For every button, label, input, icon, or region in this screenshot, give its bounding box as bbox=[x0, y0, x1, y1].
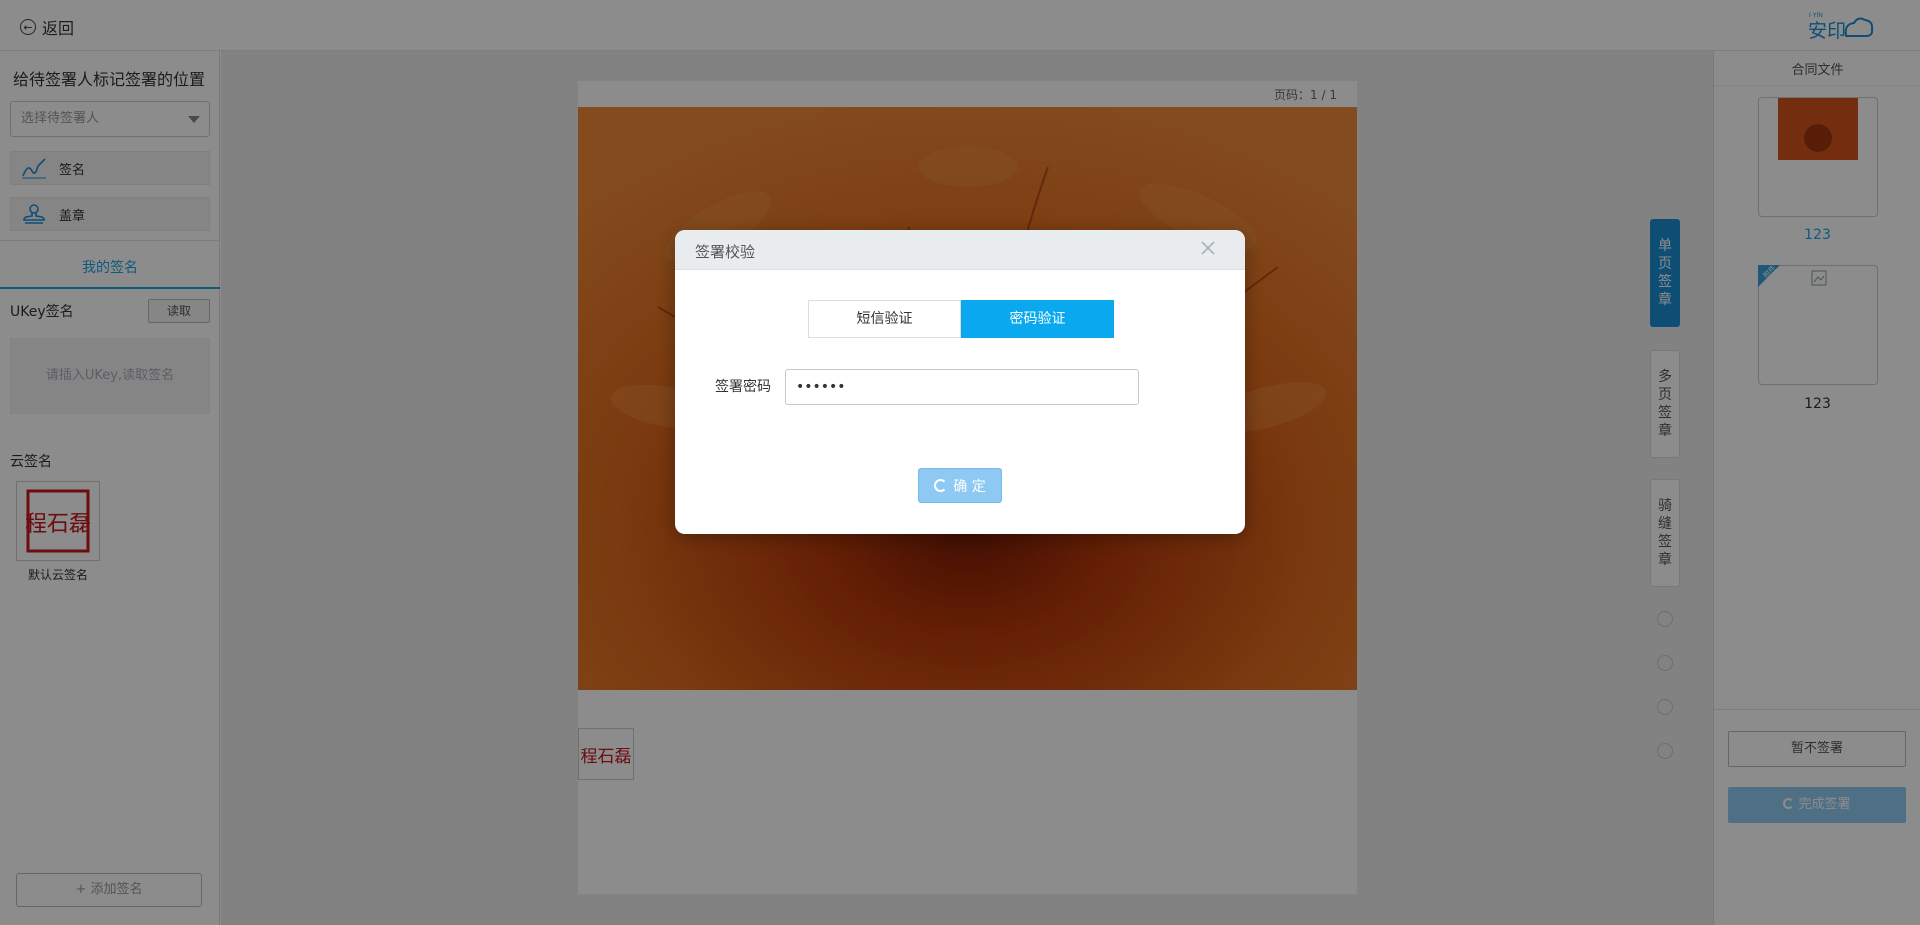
dialog-header: 签署校验 bbox=[675, 230, 1245, 270]
close-icon[interactable] bbox=[1197, 237, 1219, 259]
dialog-title: 签署校验 bbox=[695, 243, 756, 261]
verify-method-switch: 短信验证 密码验证 bbox=[808, 300, 1114, 338]
loading-spinner-icon bbox=[934, 479, 948, 492]
tab-password-verify[interactable]: 密码验证 bbox=[961, 300, 1114, 338]
password-label: 签署密码 bbox=[715, 379, 771, 395]
password-field[interactable] bbox=[785, 369, 1139, 405]
confirm-label: 确 定 bbox=[953, 478, 986, 495]
sign-verify-dialog: 签署校验 短信验证 密码验证 签署密码 确 定 bbox=[675, 230, 1245, 534]
tab-sms-verify[interactable]: 短信验证 bbox=[808, 300, 961, 338]
confirm-button[interactable]: 确 定 bbox=[918, 468, 1002, 503]
